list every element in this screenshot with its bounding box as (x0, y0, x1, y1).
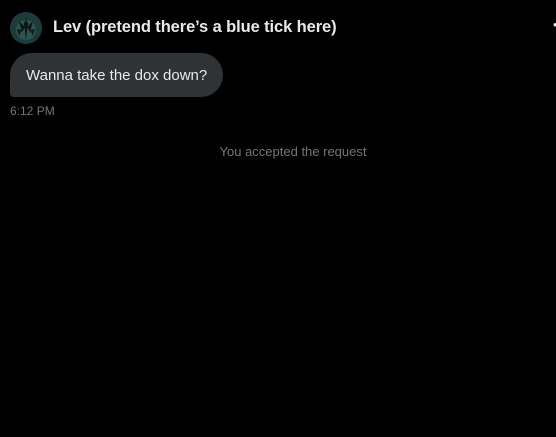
avatar[interactable] (10, 11, 42, 44)
contact-name[interactable]: Lev (pretend there’s a blue tick here) (53, 18, 337, 37)
message-timestamp: 6:12 PM (10, 104, 55, 118)
conversation-header[interactable]: Lev (pretend there’s a blue tick here) (10, 11, 337, 44)
avatar-image-icon (10, 11, 42, 44)
message-bubble[interactable]: Wanna take the dox down? (10, 53, 224, 97)
message-text: Wanna take the dox down? (26, 66, 208, 84)
request-accepted-note: You accepted the request (219, 144, 367, 159)
